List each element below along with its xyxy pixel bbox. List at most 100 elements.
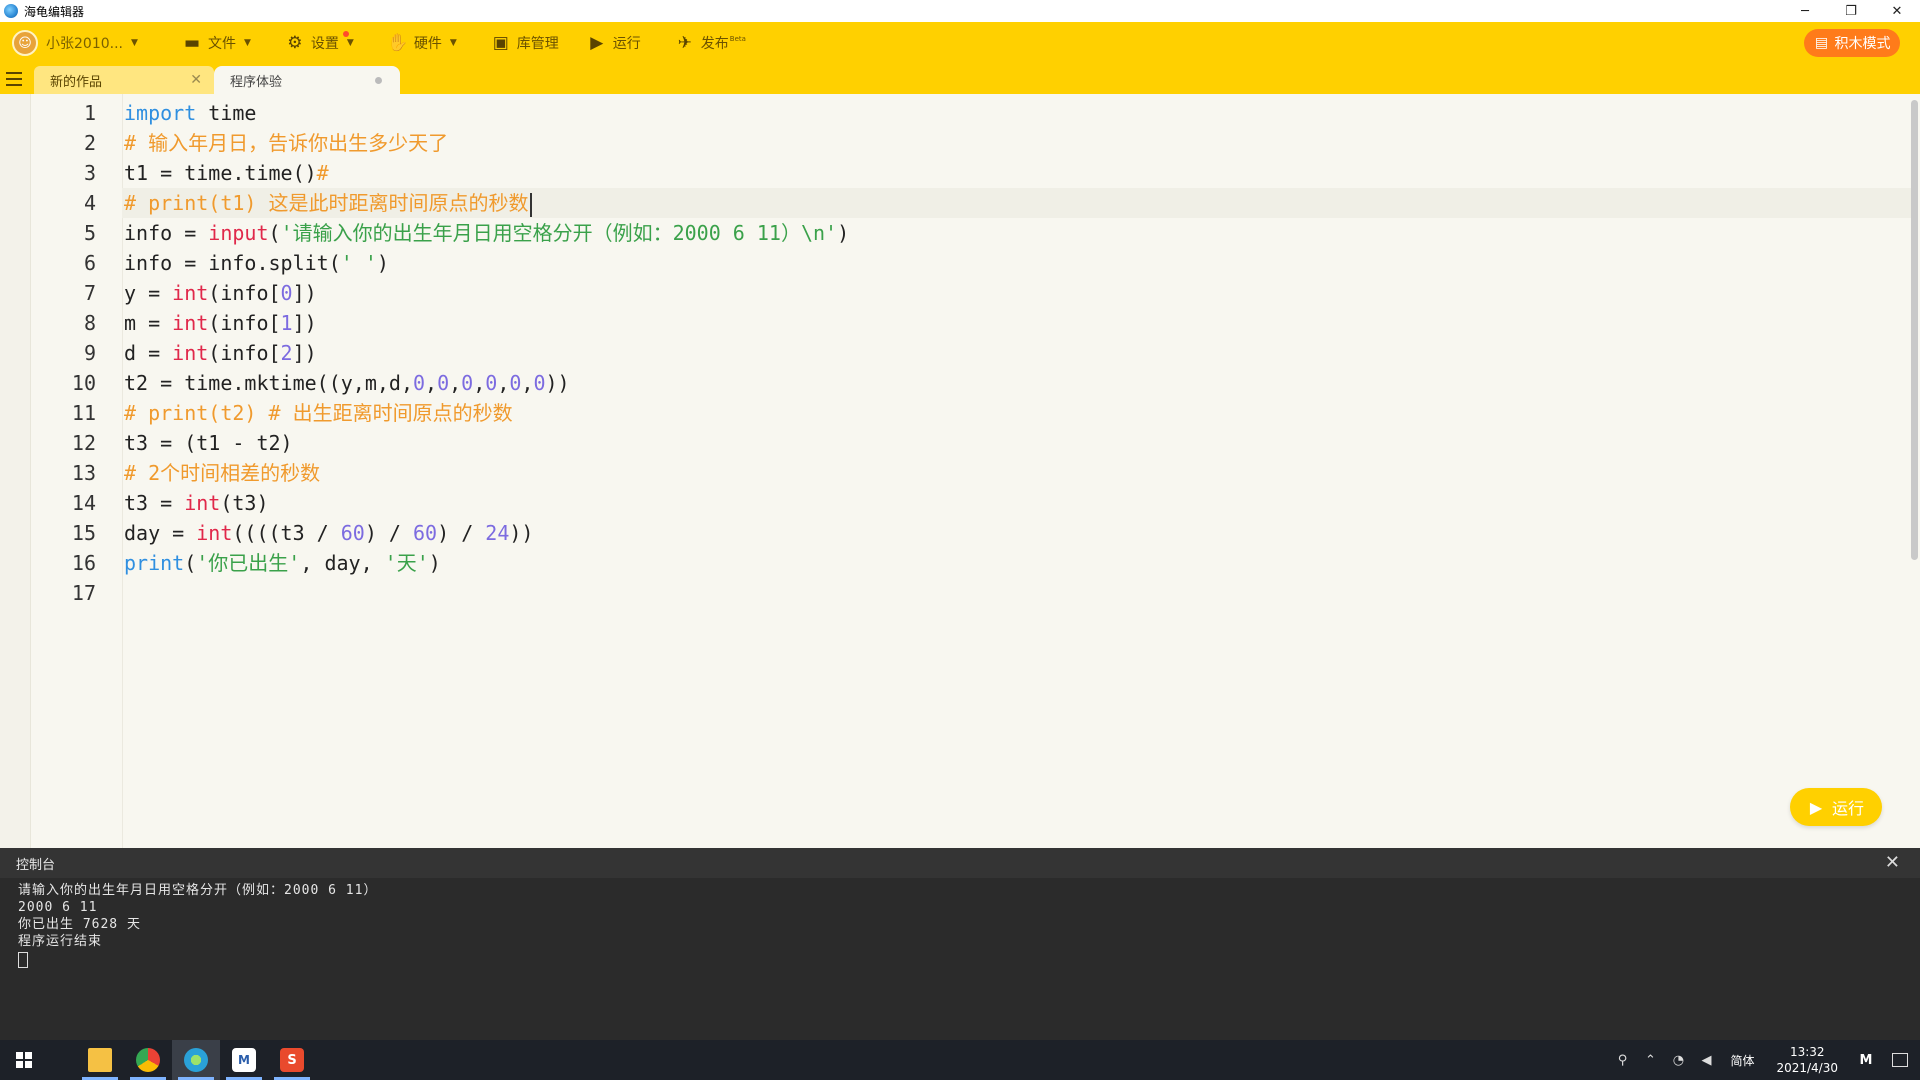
code-token: t3 = (t1 - t2) xyxy=(124,431,293,455)
code-token: , xyxy=(521,371,534,395)
code-line[interactable]: # print(t1) 这是此时距离时间原点的秒数 xyxy=(122,188,1916,218)
publish-button[interactable]: ✈ 发布 Beta xyxy=(675,22,746,64)
volume-icon[interactable]: ◀ xyxy=(1695,1053,1717,1068)
code-line[interactable]: # 输入年月日，告诉你出生多少天了 xyxy=(124,128,448,158)
code-token: int xyxy=(196,521,233,545)
code-token: # 输入年月日，告诉你出生多少天了 xyxy=(124,131,449,155)
tab-label: 新的作品 xyxy=(50,74,103,90)
block-mode-label: 积木模式 xyxy=(1834,36,1891,52)
line-number: 3 xyxy=(83,161,96,185)
hardware-menu[interactable]: ✋ 硬件 ▼ xyxy=(387,22,457,64)
code-token: ' ' xyxy=(340,251,377,275)
floating-run-button[interactable]: ▶ 运行 xyxy=(1790,788,1882,826)
code-line[interactable]: import time xyxy=(124,98,256,128)
code-token: ]) xyxy=(292,311,317,335)
main-toolbar: ☺ 小张2010... ▼ ▬ 文件 ▼ ⚙ 设置 ▼ ✋ 硬件 ▼ ▣ 库管理… xyxy=(0,22,1920,64)
code-token: input xyxy=(208,221,269,245)
user-menu[interactable]: ☺ 小张2010... ▼ xyxy=(0,22,168,64)
code-token: ]) xyxy=(292,281,317,305)
close-icon[interactable]: ✕ xyxy=(190,72,202,88)
code-line[interactable]: # 2个时间相差的秒数 xyxy=(124,458,320,488)
code-editor[interactable]: 1 2 3 4 5 6 7 8 9 10 11 12 13 14 15 16 17 import time # 输… xyxy=(0,94,1920,848)
code-token: # print(t1) 这是此时距离时间原点的秒数 xyxy=(124,191,529,215)
line-number-gutter: 1 2 3 4 5 6 7 8 9 10 11 12 13 14 15 16 17 xyxy=(30,94,123,848)
console-output[interactable]: 请输入你的出生年月日用空格分开（例如：2000 6 11） 2000 6 11 你已… xyxy=(0,878,1920,972)
minimize-button[interactable]: ─ xyxy=(1782,0,1828,22)
clock[interactable]: 13:32 2021/4/30 xyxy=(1776,1044,1838,1076)
close-icon[interactable]: ✕ xyxy=(1885,852,1900,873)
console-panel: 控制台 ✕ 请输入你的出生年月日用空格分开（例如：2000 6 11） 2000 … xyxy=(0,848,1920,1040)
taskbar-file-explorer[interactable] xyxy=(76,1040,124,1080)
block-mode-button[interactable]: ▤ 积木模式 xyxy=(1804,29,1900,57)
text-cursor xyxy=(529,192,532,217)
code-token: 0 xyxy=(461,371,474,395)
file-menu[interactable]: ▬ 文件 ▼ xyxy=(182,22,251,64)
code-line[interactable]: y = int(info[0]) xyxy=(124,278,317,308)
clock-time: 13:32 xyxy=(1789,1045,1825,1059)
network-icon[interactable]: ◔ xyxy=(1667,1053,1689,1068)
tab-new-work[interactable]: 新的作品 ✕ xyxy=(34,66,214,94)
code-token: (info[ xyxy=(208,341,281,365)
people-icon[interactable]: ⚲ xyxy=(1611,1053,1633,1068)
code-line[interactable]: info = info.split(' ') xyxy=(124,248,389,278)
code-line[interactable]: info = input('请输入你的出生年月日用空格分开（例如：2000 6 … xyxy=(124,218,849,248)
code-line[interactable]: t1 = time.time()# xyxy=(124,158,329,188)
code-token: int xyxy=(184,491,221,515)
inbox-icon: ▣ xyxy=(492,33,509,53)
code-token: )) xyxy=(545,371,570,395)
taskbar-mindmaster[interactable]: M xyxy=(220,1040,268,1080)
tab-label: 程序体验 xyxy=(230,74,283,90)
code-line[interactable]: t3 = int(t3) xyxy=(124,488,269,518)
settings-menu-label: 设置 xyxy=(310,36,339,52)
chevron-down-icon: ▼ xyxy=(130,38,138,48)
line-number: 9 xyxy=(83,341,96,365)
side-gutter xyxy=(0,94,31,848)
code-token: , xyxy=(425,371,438,395)
restore-button[interactable]: ❐ xyxy=(1828,0,1874,22)
line-number: 17 xyxy=(71,581,96,605)
ime-indicator[interactable]: 简体 xyxy=(1730,1052,1754,1069)
tab-program-demo[interactable]: 程序体验 xyxy=(214,66,400,94)
run-button[interactable]: ▶ 运行 xyxy=(587,22,641,64)
code-line[interactable]: day = int((((t3 / 60) / 60) / 24)) xyxy=(124,518,533,548)
code-line[interactable]: t2 = time.mktime((y,m,d,0,0,0,0,0,0)) xyxy=(124,368,570,398)
publish-button-label: 发布 xyxy=(700,36,729,52)
console-line: 请输入你的出生年月日用空格分开（例如：2000 6 11） xyxy=(18,883,378,898)
editor-scrollbar[interactable] xyxy=(1911,100,1918,560)
library-button[interactable]: ▣ 库管理 xyxy=(491,22,559,64)
code-line[interactable]: # print(t2) # 出生距离时间原点的秒数 xyxy=(124,398,513,428)
hamburger-menu-icon[interactable] xyxy=(6,70,26,88)
code-token: , xyxy=(497,371,510,395)
chevron-up-icon[interactable]: ⌃ xyxy=(1639,1053,1661,1068)
code-line[interactable]: m = int(info[1]) xyxy=(124,308,317,338)
line-number: 16 xyxy=(71,551,96,575)
mindmaster-tray-icon[interactable]: M xyxy=(1855,1053,1877,1068)
code-token: (t3) xyxy=(220,491,269,515)
code-token: # xyxy=(316,161,329,185)
code-token: , xyxy=(473,371,486,395)
beta-tag: Beta xyxy=(729,35,746,43)
code-token: '你已出生' xyxy=(196,551,301,575)
start-button[interactable] xyxy=(0,1040,48,1080)
action-center-button[interactable] xyxy=(1880,1040,1920,1080)
taskbar-turtle-editor[interactable] xyxy=(172,1040,220,1080)
windows-taskbar: M S ⚲ ⌃ ◔ ◀ 简体 13:32 2021/4/30 M xyxy=(0,1040,1920,1080)
notification-dot xyxy=(342,31,349,37)
code-line[interactable]: print('你已出生', day, '天') xyxy=(124,548,441,578)
code-token: 0 xyxy=(533,371,546,395)
console-cursor xyxy=(18,952,28,968)
console-line: 程序运行结束 xyxy=(18,934,103,949)
code-token: 1 xyxy=(280,311,293,335)
code-line[interactable]: t3 = (t1 - t2) xyxy=(124,428,293,458)
taskbar-chrome[interactable] xyxy=(124,1040,172,1080)
line-number: 12 xyxy=(71,431,96,455)
code-token: , xyxy=(449,371,462,395)
taskbar-sogou[interactable]: S xyxy=(268,1040,316,1080)
code-line[interactable]: d = int(info[2]) xyxy=(124,338,317,368)
settings-menu[interactable]: ⚙ 设置 ▼ xyxy=(285,22,354,64)
play-circle-icon: ▶ xyxy=(590,33,604,53)
close-window-button[interactable]: ✕ xyxy=(1874,0,1920,22)
unsaved-dot-icon[interactable] xyxy=(375,77,382,84)
code-token: int xyxy=(172,341,209,365)
line-number: 8 xyxy=(83,311,96,335)
